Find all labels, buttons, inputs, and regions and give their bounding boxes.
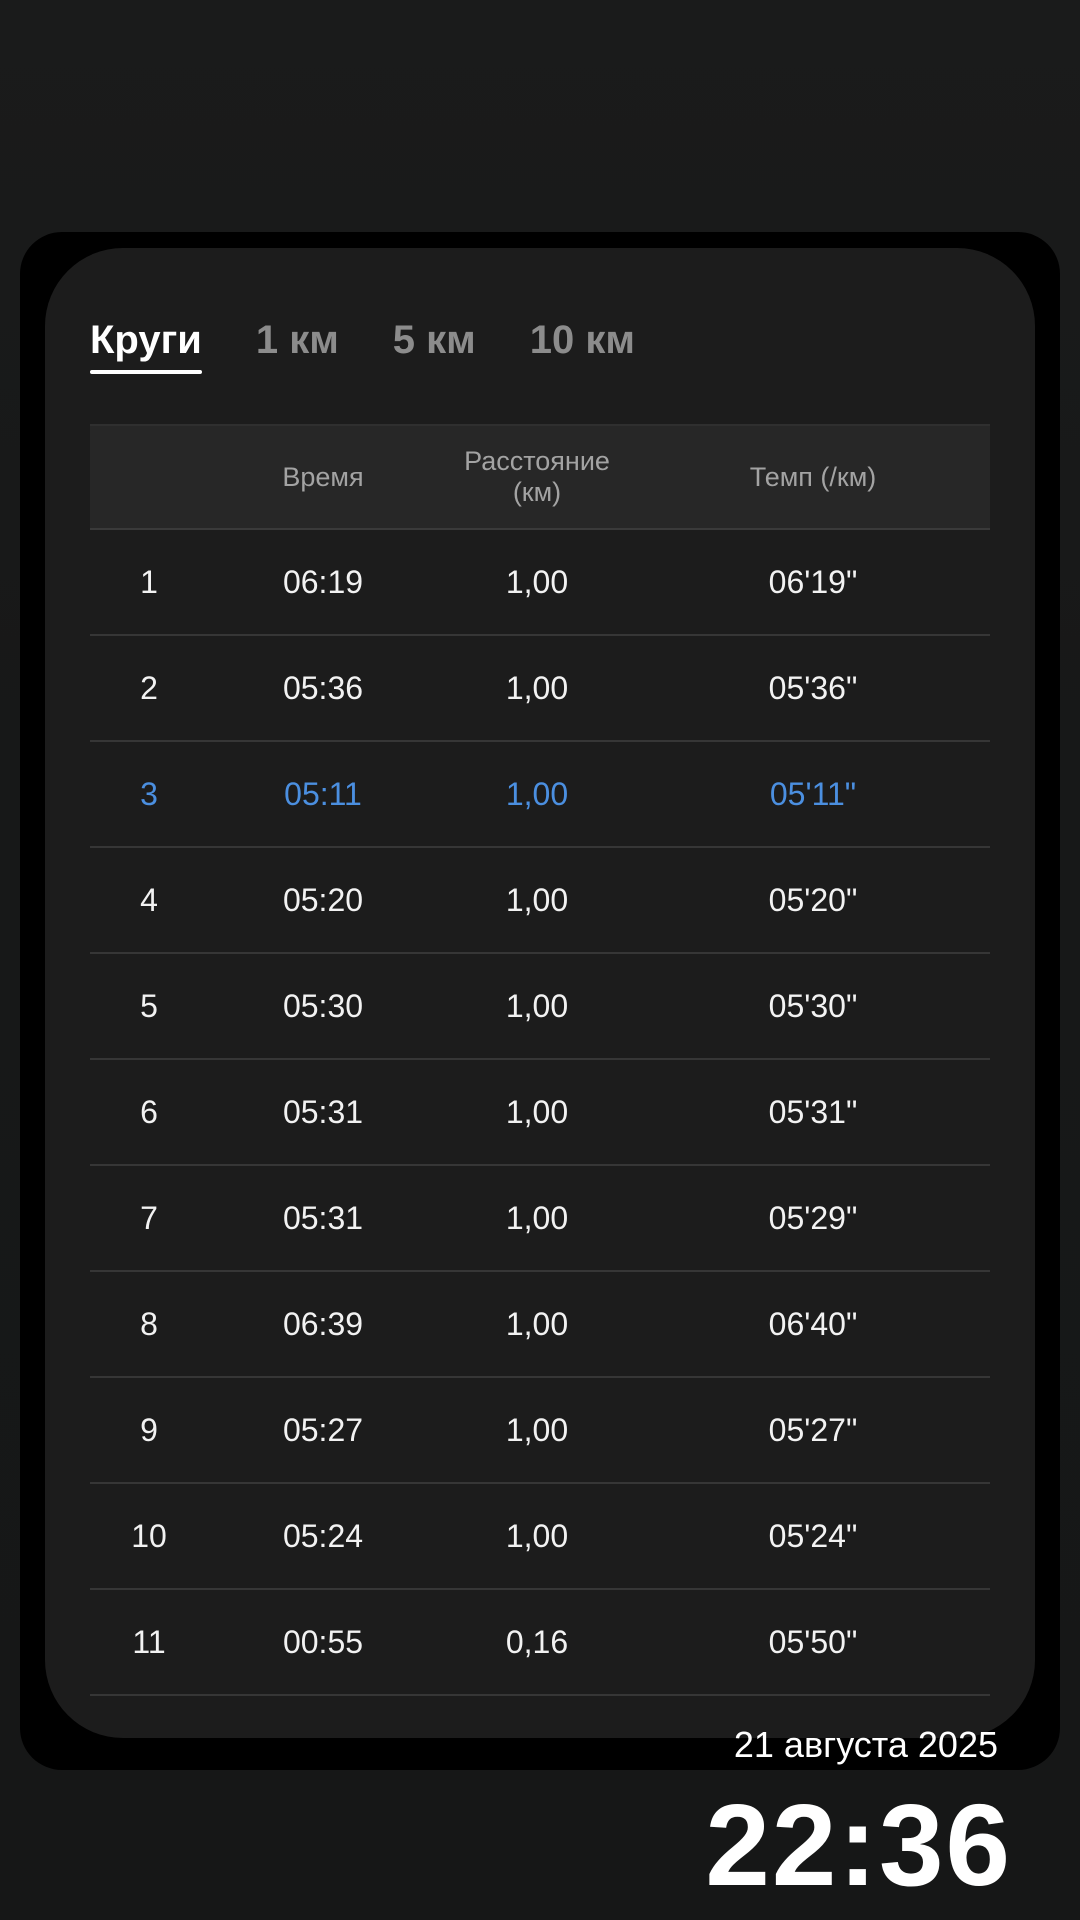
table-row: 10 05:24 1,00 05'24" xyxy=(90,1484,990,1590)
lap-number: 6 xyxy=(140,1093,158,1130)
lap-number: 3 xyxy=(140,775,158,812)
tab-bar: Круги 1 км 5 км 10 км xyxy=(90,316,689,376)
table-row: 7 05:31 1,00 05'29" xyxy=(90,1166,990,1272)
lap-number: 5 xyxy=(140,987,158,1024)
tab-5km[interactable]: 5 км xyxy=(393,316,476,364)
lap-pace: 05'11" xyxy=(769,775,857,812)
lap-time: 06:19 xyxy=(282,563,364,600)
screen: Круги 1 км 5 км 10 км Время Расстояние (… xyxy=(0,0,1080,1920)
lap-time: 05:31 xyxy=(282,1199,364,1236)
table-row: 1 06:19 1,00 06'19" xyxy=(90,530,990,636)
table-row: 5 05:30 1,00 05'30" xyxy=(90,954,990,1060)
lap-time: 05:36 xyxy=(282,669,364,706)
tab-laps[interactable]: Круги xyxy=(90,316,202,374)
lap-pace: 05'30" xyxy=(768,987,858,1024)
lap-time: 00:55 xyxy=(282,1623,364,1660)
lap-distance: 1,00 xyxy=(505,1093,569,1130)
tab-1km[interactable]: 1 км xyxy=(256,316,339,364)
date-label: 21 августа 2025 xyxy=(733,1724,998,1765)
lap-number: 8 xyxy=(140,1305,158,1342)
lap-number: 7 xyxy=(140,1199,158,1236)
lap-distance: 1,00 xyxy=(505,669,569,706)
table-row: 6 05:31 1,00 05'31" xyxy=(90,1060,990,1166)
lap-time: 05:24 xyxy=(282,1517,364,1554)
lap-time: 05:20 xyxy=(282,881,364,918)
header-distance: Расстояние (км) xyxy=(464,446,610,507)
table-row-best: 3 05:11 1,00 05'11" xyxy=(90,742,990,848)
lap-distance: 1,00 xyxy=(505,1305,569,1342)
lap-pace: 05'36" xyxy=(768,669,858,706)
lap-pace: 06'19" xyxy=(768,563,858,600)
lap-number: 10 xyxy=(131,1517,167,1554)
tab-10km[interactable]: 10 км xyxy=(530,316,635,364)
lap-number: 11 xyxy=(132,1623,166,1660)
lap-distance: 0,16 xyxy=(505,1623,569,1660)
lap-time: 05:30 xyxy=(282,987,364,1024)
lap-distance: 1,00 xyxy=(505,1199,569,1236)
lap-pace: 05'20" xyxy=(768,881,858,918)
lap-pace: 05'50" xyxy=(768,1623,858,1660)
lap-number: 9 xyxy=(140,1411,158,1448)
lap-distance: 1,00 xyxy=(505,1411,569,1448)
lap-time: 06:39 xyxy=(282,1305,364,1342)
lap-number: 4 xyxy=(140,881,158,918)
lap-number: 1 xyxy=(140,563,158,600)
lap-distance: 1,00 xyxy=(505,775,569,812)
table-header: Время Расстояние (км) Темп (/км) xyxy=(90,424,990,530)
lap-pace: 05'27" xyxy=(768,1411,858,1448)
lap-pace: 05'29" xyxy=(768,1199,858,1236)
table-row: 9 05:27 1,00 05'27" xyxy=(90,1378,990,1484)
table-row: 8 06:39 1,00 06'40" xyxy=(90,1272,990,1378)
lap-pace: 05'31" xyxy=(768,1093,858,1130)
lap-distance: 1,00 xyxy=(505,987,569,1024)
lap-time: 05:27 xyxy=(282,1411,364,1448)
clock: 22:36 xyxy=(705,1780,1012,1910)
lap-pace: 05'24" xyxy=(768,1517,858,1554)
lap-pace: 06'40" xyxy=(768,1305,858,1342)
table-row: 4 05:20 1,00 05'20" xyxy=(90,848,990,954)
lap-distance: 1,00 xyxy=(505,881,569,918)
laps-table: Время Расстояние (км) Темп (/км) 1 06:19… xyxy=(90,424,990,1696)
table-row: 11 00:55 0,16 05'50" xyxy=(90,1590,990,1696)
lap-time: 05:11 xyxy=(284,775,362,812)
table-row: 2 05:36 1,00 05'36" xyxy=(90,636,990,742)
header-pace: Темп (/км) xyxy=(749,461,877,492)
lap-distance: 1,00 xyxy=(505,563,569,600)
lap-number: 2 xyxy=(140,669,158,706)
lap-distance: 1,00 xyxy=(505,1517,569,1554)
lap-time: 05:31 xyxy=(282,1093,364,1130)
header-time: Время xyxy=(282,461,364,492)
